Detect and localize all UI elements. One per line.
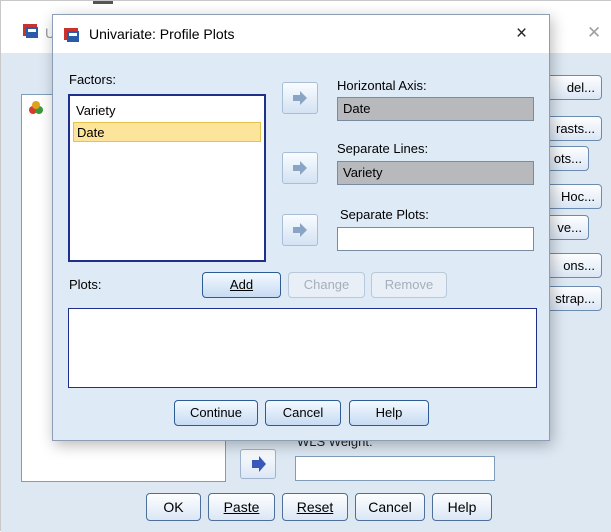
separate-plots-label: Separate Plots: (340, 207, 429, 222)
factor-item-date[interactable]: Date (73, 122, 261, 142)
spss-app-icon (64, 28, 79, 42)
cancel-button-parent[interactable]: Cancel (355, 493, 425, 521)
parent-close-icon[interactable]: ✕ (587, 23, 601, 43)
dialog-title: Univariate: Profile Plots (89, 26, 235, 42)
separate-lines-field[interactable]: Variety (337, 161, 534, 185)
move-to-separate-lines-button[interactable] (282, 152, 318, 184)
close-icon[interactable]: × (516, 23, 527, 45)
separate-lines-label: Separate Lines: (337, 141, 429, 156)
profile-plots-dialog: Univariate: Profile Plots × Factors: Var… (52, 14, 550, 441)
move-to-separate-plots-button[interactable] (282, 214, 318, 246)
factors-list[interactable]: Variety Date (68, 94, 266, 262)
help-button-parent[interactable]: Help (432, 493, 492, 521)
move-right-arrow-icon (293, 161, 307, 175)
horizontal-axis-field[interactable]: Date (337, 97, 534, 121)
move-right-arrow-icon (293, 223, 307, 237)
continue-button[interactable]: Continue (174, 400, 258, 426)
add-button[interactable]: Add (202, 272, 281, 298)
paste-button[interactable]: Paste (208, 493, 275, 521)
move-to-horizontal-axis-button[interactable] (282, 82, 318, 114)
reset-label: Reset (296, 499, 334, 515)
spss-app-icon (23, 24, 38, 38)
reset-button[interactable]: Reset (282, 493, 348, 521)
wls-move-button[interactable] (240, 449, 276, 479)
move-right-arrow-icon (293, 91, 307, 105)
change-button: Change (288, 272, 365, 298)
cancel-button[interactable]: Cancel (265, 400, 341, 426)
help-button[interactable]: Help (349, 400, 429, 426)
wls-weight-field[interactable] (295, 456, 495, 481)
horizontal-axis-label: Horizontal Axis: (337, 78, 427, 93)
plots-list[interactable] (68, 308, 537, 388)
dialog-titlebar: Univariate: Profile Plots × (53, 15, 549, 53)
plots-label: Plots: (69, 277, 102, 292)
factor-list-icon (29, 101, 43, 114)
parent-divider-fragment (93, 1, 113, 4)
ok-button[interactable]: OK (146, 493, 201, 521)
paste-label: Paste (223, 499, 260, 515)
factor-item-variety[interactable]: Variety (73, 101, 261, 121)
add-label: Add (229, 277, 254, 292)
factors-label: Factors: (69, 72, 116, 87)
separate-plots-field[interactable] (337, 227, 534, 251)
remove-button: Remove (371, 272, 447, 298)
move-right-arrow-icon (252, 456, 266, 472)
